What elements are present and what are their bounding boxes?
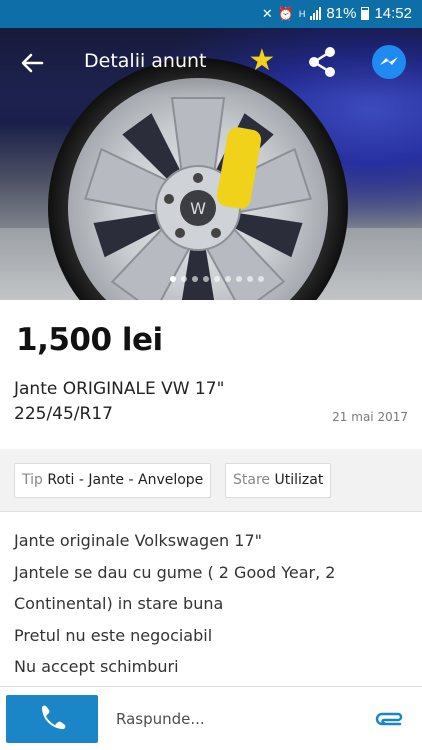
mute-icon: ✕ — [261, 5, 273, 21]
gallery-dot[interactable] — [181, 276, 187, 282]
attach-button[interactable] — [372, 707, 406, 731]
attribute-key: Stare — [233, 472, 271, 488]
reply-input[interactable] — [108, 701, 358, 737]
attribute-value: Roti - Jante - Anvelope — [47, 472, 204, 488]
wheel-spokes: W — [84, 97, 312, 300]
ad-description: Jante originale Volkswagen 17" Jantele s… — [14, 525, 410, 683]
ad-title: Jante ORIGINALE VW 17" 225/45/R17 — [14, 377, 304, 427]
gallery-dot[interactable] — [247, 276, 253, 282]
star-icon: ★ — [248, 43, 276, 78]
share-button[interactable] — [302, 44, 342, 80]
svg-text:W: W — [190, 199, 206, 218]
network-type: H — [298, 8, 306, 19]
gallery-dot[interactable] — [236, 276, 242, 282]
favorite-button[interactable]: ★ — [244, 44, 280, 78]
paperclip-icon — [375, 712, 403, 726]
gallery-dot[interactable] — [225, 276, 231, 282]
status-indicators: ✕ ⏰ H 81% 14:52 — [262, 5, 412, 22]
ad-date: 21 mai 2017 — [332, 410, 408, 424]
ad-title-line: Jante ORIGINALE VW 17" — [14, 379, 225, 399]
ad-price: 1,500 lei — [16, 322, 163, 358]
signal-icon — [310, 7, 322, 20]
description-line: Jante originale Volkswagen 17" — [14, 531, 262, 550]
description-line: Pretul nu este negociabil — [14, 625, 213, 645]
call-button[interactable] — [6, 695, 98, 743]
gallery-indicator — [170, 276, 264, 282]
attribute-value: Utilizat — [274, 472, 324, 488]
gallery-dot[interactable] — [258, 276, 264, 282]
alarm-icon: ⏰ — [277, 5, 294, 21]
clock: 14:52 — [374, 5, 412, 22]
gallery-dot[interactable] — [170, 276, 176, 282]
gallery-dot[interactable] — [214, 276, 220, 282]
gallery-dot[interactable] — [203, 276, 209, 282]
messenger-icon — [380, 57, 398, 65]
arrow-back-icon — [21, 53, 44, 73]
gallery-dot[interactable] — [192, 276, 198, 282]
description-line: Nu accept schimburi — [14, 657, 179, 676]
attribute-chip-type[interactable]: Tip Roti - Jante - Anvelope — [14, 463, 212, 498]
share-icon — [309, 47, 335, 77]
battery-percent: 81% — [326, 5, 357, 22]
divider — [0, 511, 422, 512]
description-line: Jantele se dau cu gume ( 2 Good Year, 2 — [14, 562, 336, 582]
phone-icon — [42, 705, 66, 729]
ad-title-line: 225/45/R17 — [14, 404, 113, 424]
battery-icon — [361, 7, 370, 20]
page-title: Detalii anunt — [84, 50, 207, 72]
description-line: Continental) in stare buna — [14, 594, 224, 613]
back-button[interactable] — [16, 48, 50, 78]
status-bar: ✕ ⏰ H 81% 14:52 — [0, 0, 422, 28]
messenger-button[interactable] — [372, 45, 406, 79]
attribute-key: Tip — [22, 472, 43, 488]
bottom-action-bar — [0, 686, 422, 750]
attribute-chip-condition[interactable]: Stare Utilizat — [225, 463, 332, 498]
top-app-bar: Detalii anunt ★ — [0, 28, 422, 96]
